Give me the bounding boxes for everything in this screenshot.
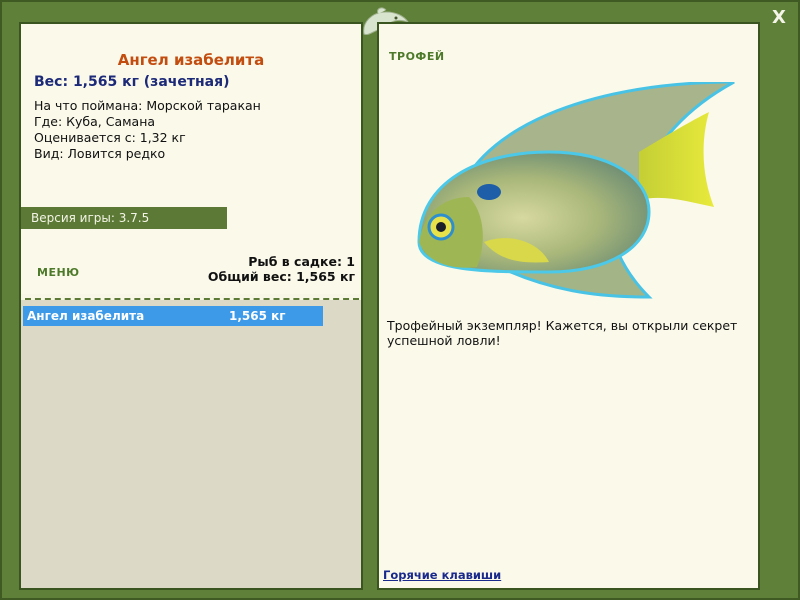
list-item[interactable]: Ангел изабелита 1,565 кг (23, 306, 323, 326)
hotkeys-link[interactable]: Горячие клавиши (383, 568, 501, 582)
fish-info-area: Ангел изабелита Вес: 1,565 кг (зачетная)… (21, 24, 361, 294)
fish-title: Ангел изабелита (117, 51, 265, 69)
fish-info-panel: Ангел изабелита Вес: 1,565 кг (зачетная)… (19, 22, 363, 590)
keepnet-list: Ангел изабелита 1,565 кг (21, 300, 361, 588)
list-item-name: Ангел изабелита (27, 309, 145, 323)
keepnet-total-weight: Общий вес: 1,565 кг (207, 269, 355, 284)
location-detail: Где: Куба, Самана (34, 114, 156, 129)
trophy-label: ТРОФЕЙ (389, 50, 445, 63)
close-icon[interactable]: X (768, 7, 790, 29)
keepnet-count: Рыб в садке: 1 (248, 254, 355, 269)
list-item-weight: 1,565 кг (229, 309, 286, 323)
rarity-detail: Вид: Ловится редко (34, 146, 166, 161)
menu-button[interactable]: МЕНЮ (37, 266, 80, 279)
bait-detail: На что поймана: Морской таракан (34, 98, 261, 113)
trophy-panel: ТРОФЕЙ Трофейный экземпляр! Кажется, вы … (377, 22, 760, 590)
trophy-message: Трофейный экземпляр! Кажется, вы открыли… (387, 318, 738, 348)
version-bar: Версия игры: 3.7.5 (21, 207, 227, 229)
angelfish-image (417, 82, 735, 299)
score-threshold-detail: Оценивается с: 1,32 кг (34, 130, 186, 145)
game-window: X Ангел изабелита Вес: 1,565 кг (зачетна… (0, 0, 800, 600)
fish-weight: Вес: 1,565 кг (зачетная) (34, 74, 230, 90)
